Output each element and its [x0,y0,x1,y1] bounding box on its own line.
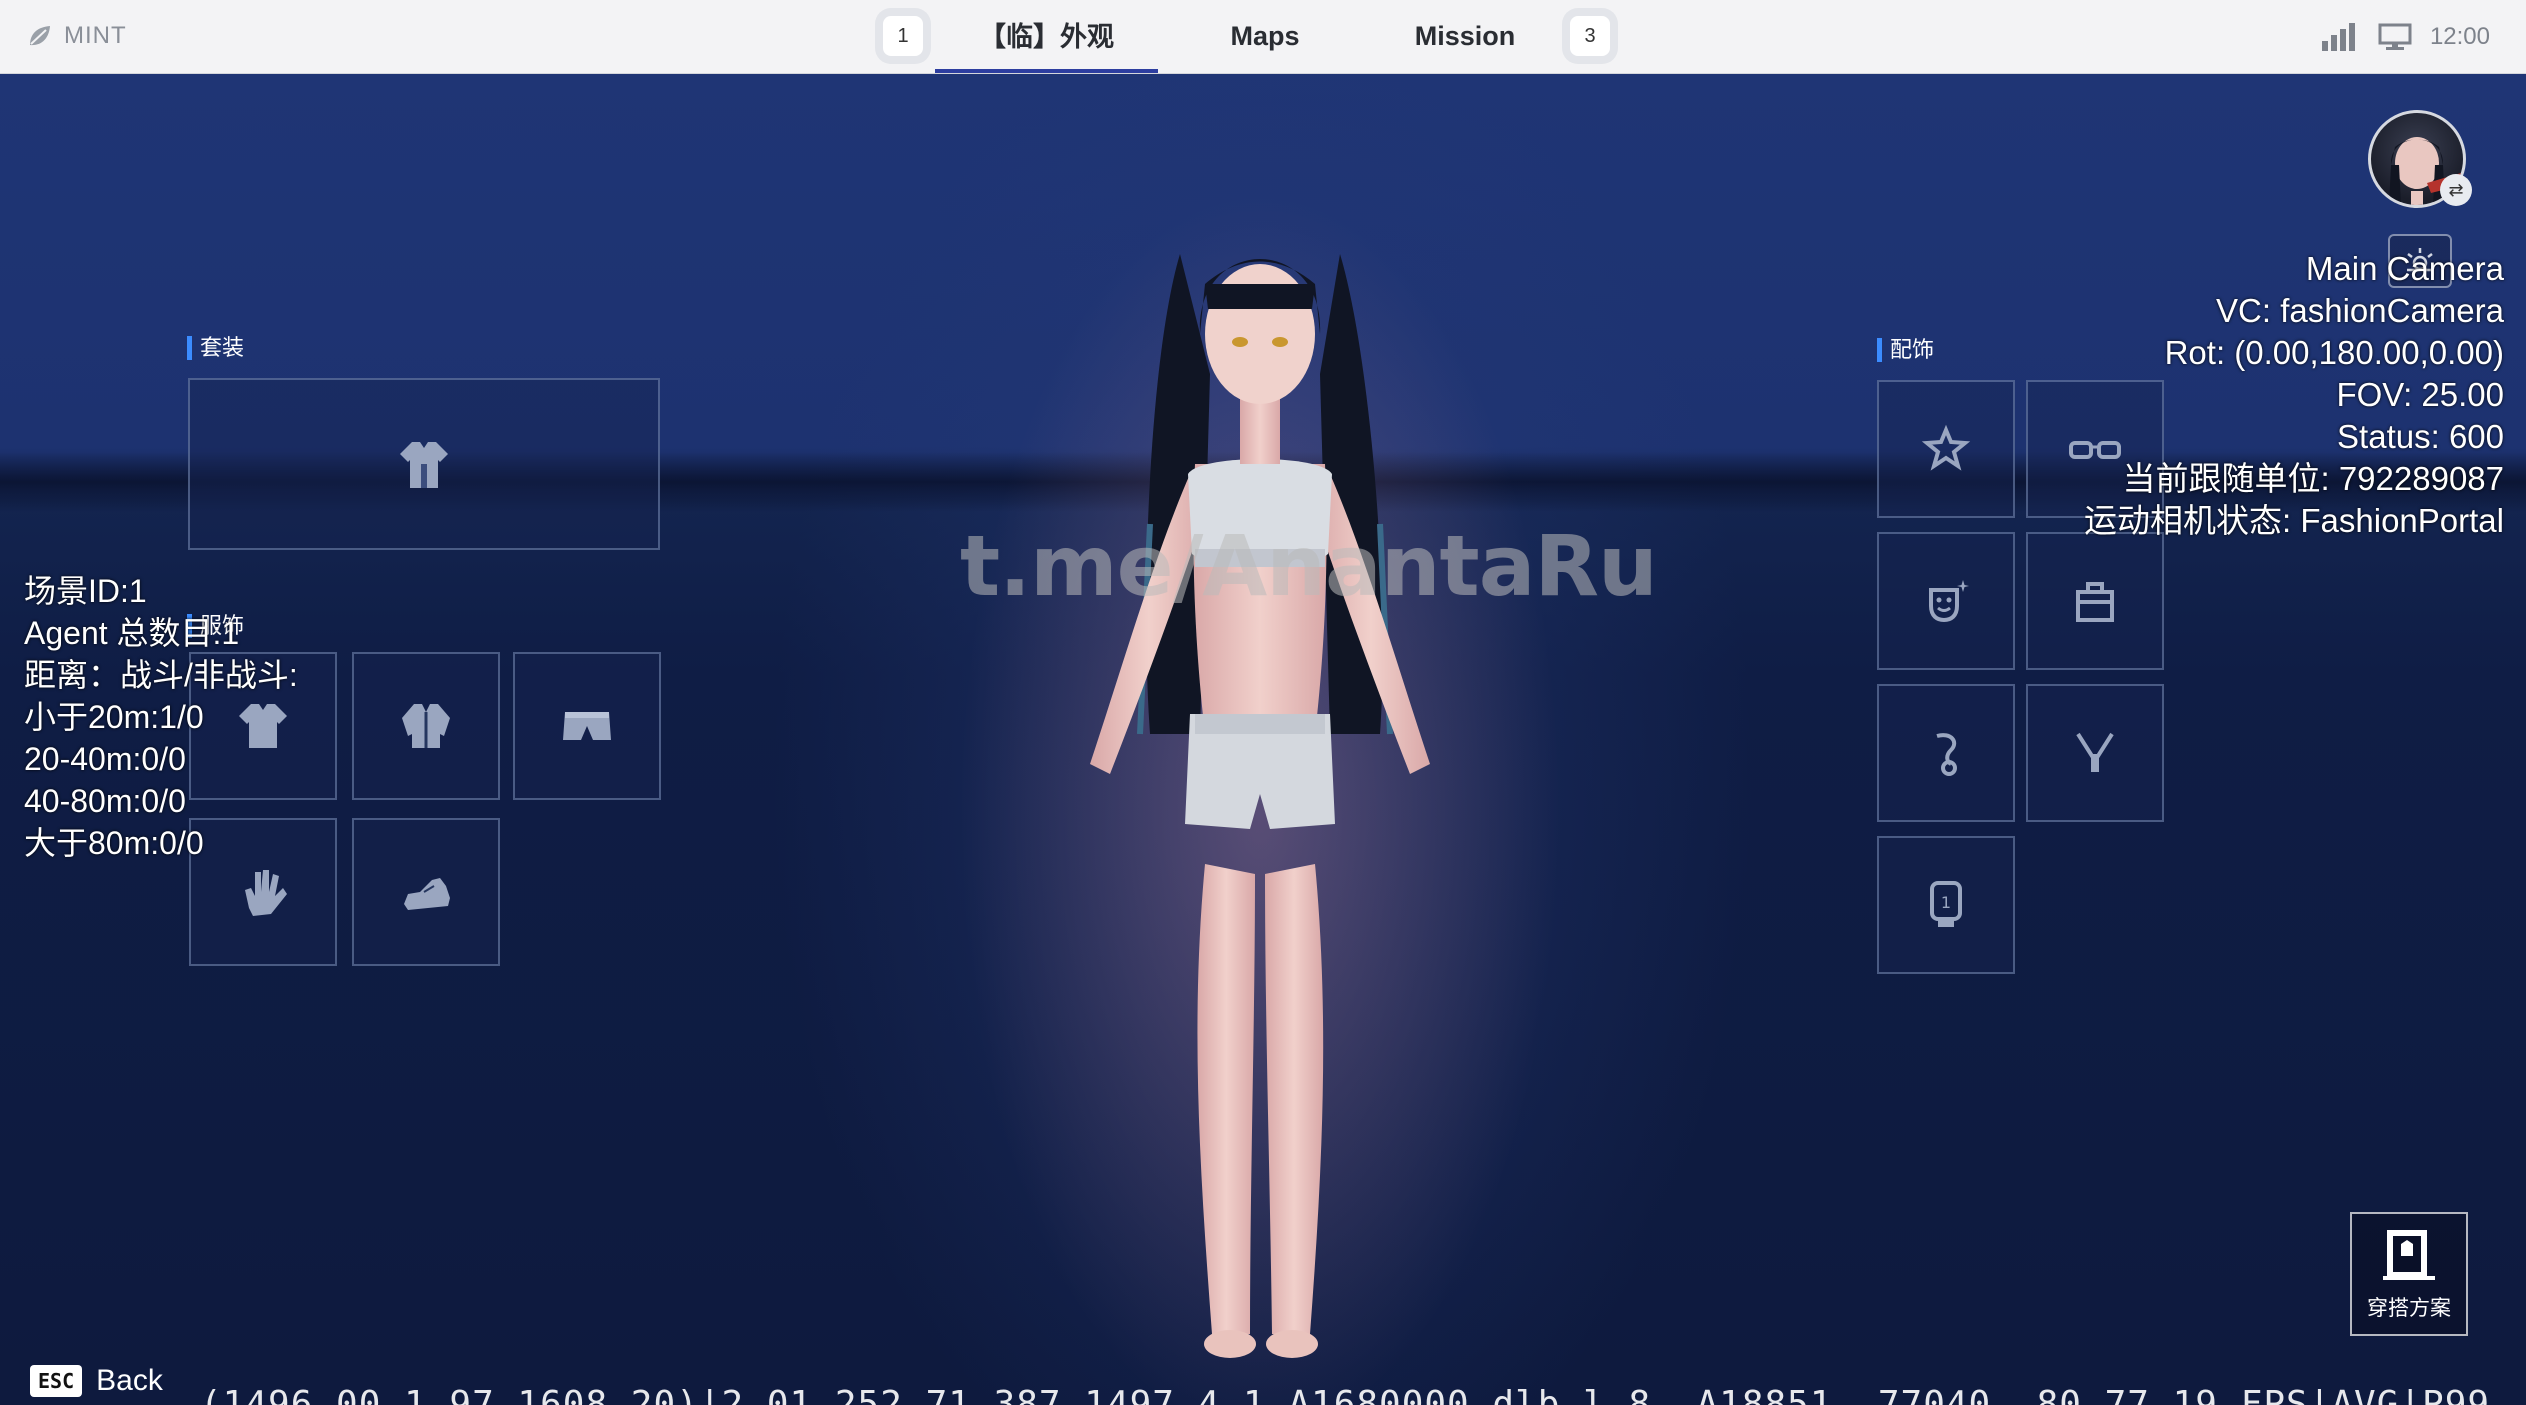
badge-icon: 1 [1930,881,1962,927]
debug-line: 距离：战斗/非战斗: [24,657,298,693]
debug-line: 大于80m:0/0 [24,825,204,861]
debug-line: FOV: 25.00 [2336,376,2504,413]
tab-maps[interactable]: Maps [1190,0,1340,73]
debug-line: 20-40m:0/0 [24,741,186,777]
brand: MINT [24,20,127,52]
back-label: Back [96,1364,163,1397]
top-bar: MINT 1 【临】外观 Maps Mission 3 12:00 [0,0,2526,74]
mint-logo-icon [30,26,50,46]
perf-status-line: (1496.00,1.97,1608.20)|2.01,252.71,387,1… [200,1384,2500,1405]
gloves-icon [245,870,287,916]
debug-line: VC: fashionCamera [2216,292,2504,329]
monitor-icon [2378,23,2412,50]
shoes-icon [404,878,450,910]
character-model[interactable] [950,174,1570,1405]
dressing-room-scene: t.me/AnantaRu 套装 服饰 场景ID:1 Agent 总数目:1 距… [0,74,2526,1405]
face-accessory-icon [1929,580,1969,623]
switch-character-icon[interactable]: ⇄ [2440,174,2472,206]
svg-text:1: 1 [1941,893,1951,912]
debug-line: 当前跟随单位: 792289087 [2122,460,2504,497]
hair-accessory-slot[interactable] [1877,380,2015,518]
watermark-text: t.me/AnantaRu [960,517,1658,615]
shoes-slot[interactable] [352,818,500,966]
accessories-section-label: 配饰 [1877,338,1934,362]
jacket-slot[interactable] [352,652,500,800]
brand-name: MINT [64,22,127,49]
necklace-slot[interactable] [2026,684,2164,822]
debug-line: 40-80m:0/0 [24,783,186,819]
jacket-icon [402,704,450,748]
necklace-icon [2076,732,2114,772]
outfit-plan-button[interactable]: 穿搭方案 [2350,1212,2468,1336]
earring-slot[interactable] [1877,684,2015,822]
camera-debug-info: Main Camera VC: fashionCamera Rot: (0.00… [2084,248,2504,542]
outfit-icon [400,442,448,488]
debug-line: Status: 600 [2337,418,2504,455]
tab-appearance[interactable]: 【临】外观 [935,0,1158,73]
bag-icon [2076,582,2114,622]
tab-next-hotkey-badge[interactable]: 3 [1570,16,1610,56]
earring-icon [1936,733,1957,776]
debug-line: 场景ID:1 [24,573,147,609]
debug-line: 运动相机状态: FashionPortal [2084,502,2504,539]
scene-debug-info: 场景ID:1 Agent 总数目:1 距离：战斗/非战斗: 小于20m:1/0 … [24,570,298,864]
badge-slot[interactable]: 1 [1877,836,2015,974]
bottoms-slot[interactable] [513,652,661,800]
system-tray: 12:00 [2320,20,2490,54]
shorts-icon [563,712,611,740]
debug-line: 小于20m:1/0 [24,699,204,735]
bag-slot[interactable] [2026,532,2164,670]
outfit-plan-label: 穿搭方案 [2367,1297,2451,1320]
signal-icon [2321,23,2355,51]
debug-line: Main Camera [2305,250,2504,287]
tab-mission[interactable]: Mission [1390,0,1540,73]
outfit-slot[interactable] [188,378,660,550]
outfit-section-label: 套装 [187,336,244,360]
hair-accessory-icon [1921,424,1971,471]
back-control[interactable]: ESC Back [30,1364,163,1398]
tab-prev-hotkey-badge[interactable]: 1 [883,16,923,56]
face-accessory-slot[interactable] [1877,532,2015,670]
debug-line: Agent 总数目:1 [24,615,240,651]
debug-line: Rot: (0.00,180.00,0.00) [2164,334,2504,371]
clock: 12:00 [2429,23,2490,50]
wardrobe-plan-icon [2383,1230,2435,1280]
esc-key-badge: ESC [30,1365,83,1397]
